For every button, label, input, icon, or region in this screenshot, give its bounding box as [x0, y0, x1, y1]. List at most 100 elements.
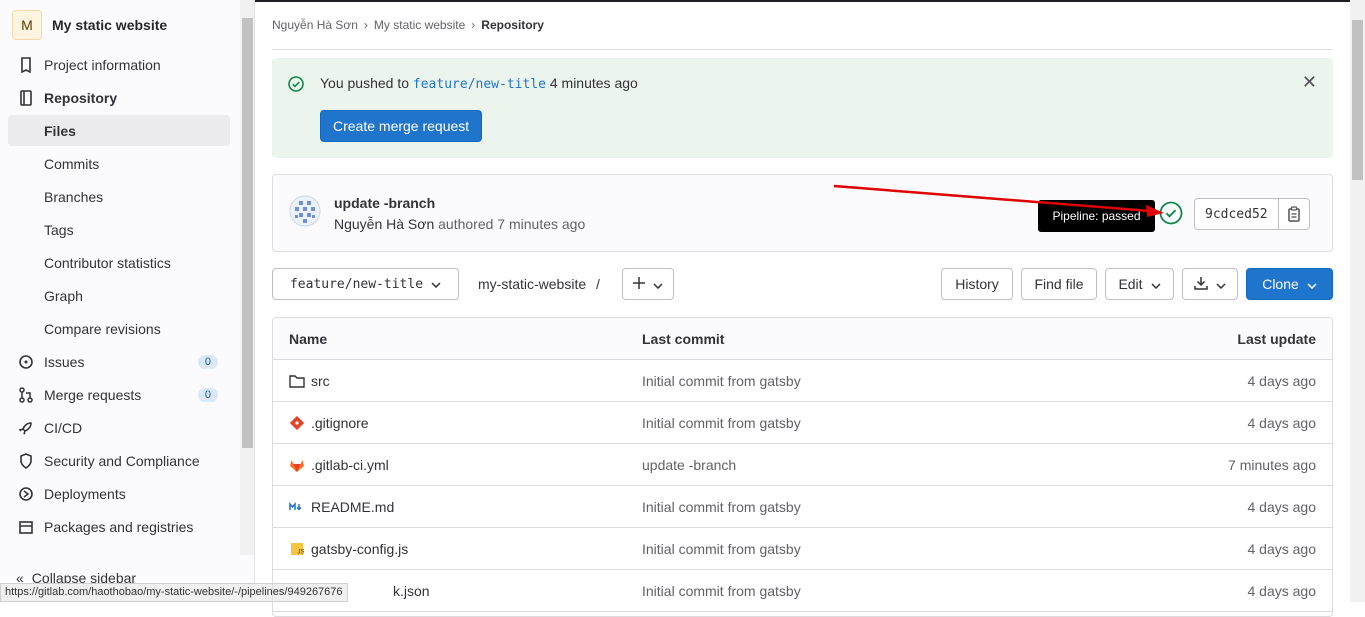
sidebar-item-contributor-statistics[interactable]: Contributor statistics — [8, 247, 230, 278]
create-merge-request-button[interactable]: Create merge request — [320, 110, 483, 142]
file-link[interactable]: .gitignore — [289, 415, 369, 431]
edit-dropdown-label: Edit — [1118, 276, 1143, 292]
breadcrumb-current[interactable]: Repository — [481, 18, 544, 32]
file-last-update: 4 days ago — [1247, 541, 1317, 557]
author-avatar[interactable] — [289, 195, 321, 230]
breadcrumb-project[interactable]: My static website — [374, 18, 465, 32]
sidebar-item-deployments[interactable]: Deployments — [8, 478, 230, 509]
file-last-update: 4 days ago — [1247, 583, 1317, 599]
markdown-icon — [289, 499, 305, 515]
clone-dropdown-label: Clone — [1262, 276, 1299, 292]
package-icon — [8, 519, 44, 535]
branch-selector[interactable]: feature/new-title — [272, 268, 459, 300]
file-last-commit[interactable]: Initial commit from gatsby — [642, 541, 801, 557]
file-link[interactable]: k.json — [393, 583, 430, 599]
download-dropdown[interactable] — [1182, 268, 1238, 300]
file-link[interactable]: .gitlab-ci.yml — [289, 457, 389, 473]
commit-sha-group: 9cdced52 — [1194, 198, 1310, 230]
chevron-down-icon — [431, 277, 441, 292]
repo-path: my-static-website / — [478, 276, 600, 292]
sidebar-item-merge-requests[interactable]: Merge requests 0 — [8, 379, 230, 410]
deployments-icon — [8, 486, 44, 502]
sidebar-item-issues[interactable]: Issues 0 — [8, 346, 230, 377]
page-scrollbar[interactable] — [1350, 0, 1365, 602]
sidebar-item-label: Issues — [44, 353, 85, 370]
add-to-tree-dropdown[interactable] — [622, 268, 674, 300]
file-link[interactable]: JS gatsby-config.js — [289, 541, 408, 557]
page-scrollbar-thumb[interactable] — [1352, 20, 1363, 180]
sidebar-item-label: Packages and registries — [44, 518, 194, 535]
history-button[interactable]: History — [941, 268, 1013, 300]
file-name: README.md — [311, 499, 395, 515]
file-link[interactable]: README.md — [289, 499, 394, 515]
file-last-commit[interactable]: Initial commit from gatsby — [642, 583, 801, 599]
table-row[interactable]: k.json Initial commit from gatsby 4 days… — [273, 570, 1332, 612]
sidebar-item-label: Merge requests — [44, 386, 142, 403]
commit-title[interactable]: update -branch — [334, 195, 435, 211]
sidebar-item-project-information[interactable]: Project information — [8, 49, 230, 80]
sidebar-item-label: Security and Compliance — [44, 452, 200, 469]
sidebar-item-label: Repository — [44, 89, 118, 106]
repo-path-separator: / — [596, 276, 600, 292]
sidebar-item-tags[interactable]: Tags — [8, 214, 230, 245]
table-row[interactable]: .gitignore Initial commit from gatsby 4 … — [273, 402, 1332, 444]
column-header-name: Name — [289, 331, 328, 347]
table-row[interactable]: README.md Initial commit from gatsby 4 d… — [273, 486, 1332, 528]
close-icon[interactable]: ✕ — [1302, 72, 1317, 93]
copy-icon[interactable] — [1279, 199, 1309, 229]
find-file-button[interactable]: Find file — [1021, 268, 1097, 300]
file-last-commit[interactable]: Initial commit from gatsby — [642, 499, 801, 515]
push-alert-prefix: You pushed to — [320, 75, 410, 91]
sidebar-item-files[interactable]: Files — [8, 115, 230, 146]
commit-authored-time: authored 7 minutes ago — [438, 216, 586, 232]
sidebar-item-compare-revisions[interactable]: Compare revisions — [8, 313, 230, 344]
file-last-update: 4 days ago — [1247, 415, 1317, 431]
file-link[interactable]: src — [289, 373, 330, 389]
push-alert-time: 4 minutes ago — [549, 75, 638, 91]
last-commit-panel: update -branch Nguyễn Hà Sơn authored 7 … — [272, 174, 1333, 252]
clone-dropdown[interactable]: Clone — [1246, 268, 1333, 300]
push-alert-branch[interactable]: feature/new-title — [413, 77, 546, 92]
file-last-update: 7 minutes ago — [1228, 457, 1316, 473]
download-icon — [1194, 276, 1208, 293]
main-content: Nguyễn Hà Sơn › My static website › Repo… — [272, 0, 1333, 617]
file-tree-table: Name Last commit Last update src Initial… — [272, 317, 1333, 617]
chevron-down-icon — [653, 276, 663, 292]
file-last-commit[interactable]: Initial commit from gatsby — [642, 415, 801, 431]
breadcrumb-user[interactable]: Nguyễn Hà Sơn — [272, 18, 358, 32]
push-alert: You pushed to feature/new-title 4 minute… — [272, 58, 1333, 158]
javascript-icon: JS — [289, 541, 305, 557]
commit-author[interactable]: Nguyễn Hà Sơn — [334, 216, 434, 232]
gitlab-icon — [289, 457, 305, 473]
file-name: .gitlab-ci.yml — [311, 457, 389, 473]
rocket-icon — [8, 420, 44, 436]
sidebar-item-commits[interactable]: Commits — [8, 148, 230, 179]
sidebar-item-branches[interactable]: Branches — [8, 181, 230, 212]
sidebar-item-label: CI/CD — [44, 419, 83, 436]
sidebar-item-graph[interactable]: Graph — [8, 280, 230, 311]
sidebar-item-security-compliance[interactable]: Security and Compliance — [8, 445, 230, 476]
table-row[interactable]: JS gatsby-config.js Initial commit from … — [273, 528, 1332, 570]
sidebar-item-repository[interactable]: Repository — [8, 82, 230, 113]
edit-dropdown[interactable]: Edit — [1105, 268, 1174, 300]
sidebar-item-cicd[interactable]: CI/CD — [8, 412, 230, 443]
branch-selector-label: feature/new-title — [289, 276, 424, 292]
project-header[interactable]: M My static website — [12, 10, 167, 40]
table-row[interactable]: src Initial commit from gatsby 4 days ag… — [273, 360, 1332, 402]
plus-icon — [633, 276, 645, 292]
issues-count-badge: 0 — [197, 354, 218, 369]
file-name: src — [311, 373, 330, 389]
repo-path-root[interactable]: my-static-website — [478, 276, 586, 292]
file-name: gatsby-config.js — [311, 541, 409, 557]
commit-author-line: Nguyễn Hà Sơn authored 7 minutes ago — [334, 216, 585, 232]
sidebar-scrollbar-thumb[interactable] — [242, 18, 253, 448]
pipeline-status-icon[interactable] — [1159, 201, 1183, 228]
file-last-commit[interactable]: update -branch — [642, 457, 736, 473]
table-row[interactable]: .gitlab-ci.yml update -branch 7 minutes … — [273, 444, 1332, 486]
project-avatar: M — [12, 10, 42, 40]
sidebar-item-packages-registries[interactable]: Packages and registries — [8, 511, 230, 542]
file-last-commit[interactable]: Initial commit from gatsby — [642, 373, 801, 389]
sidebar-scrollbar[interactable] — [240, 0, 254, 555]
commit-sha[interactable]: 9cdced52 — [1195, 199, 1279, 229]
folder-icon — [289, 373, 305, 389]
